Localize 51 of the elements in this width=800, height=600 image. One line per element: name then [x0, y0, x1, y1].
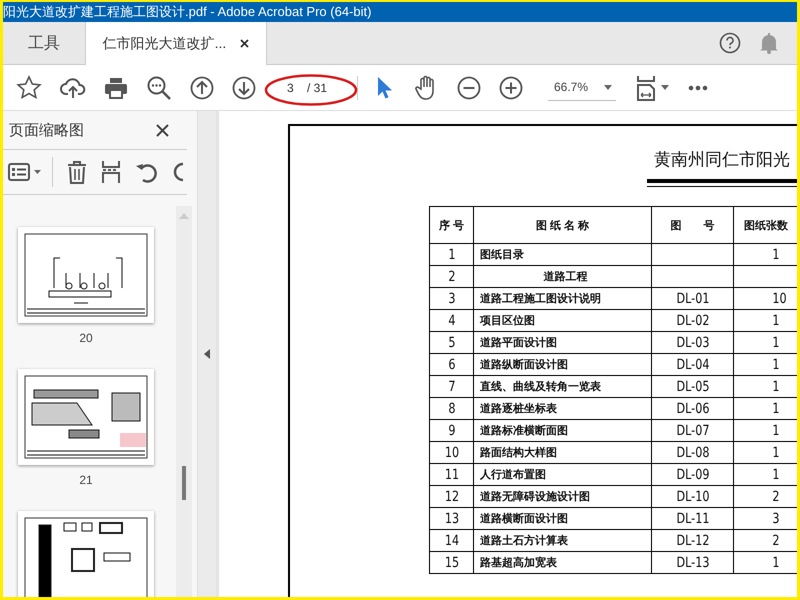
zoom-out-icon[interactable] — [457, 76, 481, 100]
page-number-label: 21 — [79, 473, 93, 487]
table-cell: 道路逐桩坐标表 — [474, 398, 652, 420]
zoom-search-icon[interactable] — [146, 74, 172, 100]
column-header: 图纸张数 — [734, 206, 797, 244]
close-icon[interactable] — [156, 124, 169, 136]
table-cell: 人行道布置图 — [474, 464, 652, 486]
table-cell: 图纸目录 — [474, 244, 652, 266]
previous-page-icon[interactable] — [190, 76, 214, 100]
more-icon[interactable] — [688, 84, 708, 90]
table-cell: 道路工程 — [474, 266, 652, 288]
table-cell: 道路土石方计算表 — [474, 530, 652, 552]
fit-page-icon[interactable] — [636, 74, 670, 100]
close-icon[interactable] — [240, 39, 250, 48]
table-cell: 路基超高加宽表 — [474, 552, 652, 574]
caret-icon[interactable] — [604, 84, 612, 90]
table-cell: 道路纵断面设计图 — [474, 354, 652, 376]
column-header: 图 号 — [652, 206, 734, 244]
options-icon[interactable] — [8, 162, 42, 182]
extract-page-icon[interactable] — [101, 160, 121, 184]
page-thumbnail[interactable] — [18, 511, 154, 597]
panel-title: 页面缩略图 — [9, 120, 84, 140]
star-icon[interactable] — [16, 74, 42, 100]
tab[interactable]: 仁市阳光大道改扩... — [85, 22, 267, 65]
scrollbar-thumb[interactable] — [182, 466, 186, 500]
trash-icon[interactable] — [67, 160, 87, 184]
window-title: 阳光大道改扩建工程施工图设计.pdf - Adobe Acrobat Pro (64-bit) — [3, 3, 372, 21]
print-icon[interactable] — [104, 76, 128, 98]
collapse-panel-icon[interactable] — [204, 349, 210, 359]
table-cell: 道路无障碍设施设计图 — [474, 486, 652, 508]
table-cell: 道路工程施工图设计说明 — [474, 288, 652, 310]
drawing-title: 黄南州同仁市阳光 — [654, 149, 791, 171]
table-cell: 路面结构大样图 — [474, 442, 652, 464]
column-header: 图 纸 名 称 — [474, 206, 652, 244]
zoom-dropdown[interactable]: 66.7% — [548, 74, 616, 100]
table-cell: 道路平面设计图 — [474, 332, 652, 354]
page-thumbnail[interactable] — [18, 227, 154, 323]
page-thumbnail[interactable] — [18, 369, 154, 465]
rotate-right-icon[interactable] — [171, 161, 183, 183]
page-number-label: 20 — [79, 331, 93, 345]
table-cell: 直线、曲线及转角一览表 — [474, 376, 652, 398]
table-cell: 项目区位图 — [474, 310, 652, 332]
zoom-in-icon[interactable] — [499, 76, 523, 100]
table-cell: 道路标准横断面图 — [474, 420, 652, 442]
rotate-left-icon[interactable] — [135, 161, 157, 183]
table-cell: 道路横断面设计图 — [474, 508, 652, 530]
help-icon[interactable] — [719, 32, 741, 54]
next-page-icon[interactable] — [232, 76, 256, 100]
column-header: 序 号 — [430, 206, 474, 244]
pointer-icon[interactable] — [376, 76, 392, 100]
cloud-upload-icon[interactable] — [60, 76, 86, 100]
